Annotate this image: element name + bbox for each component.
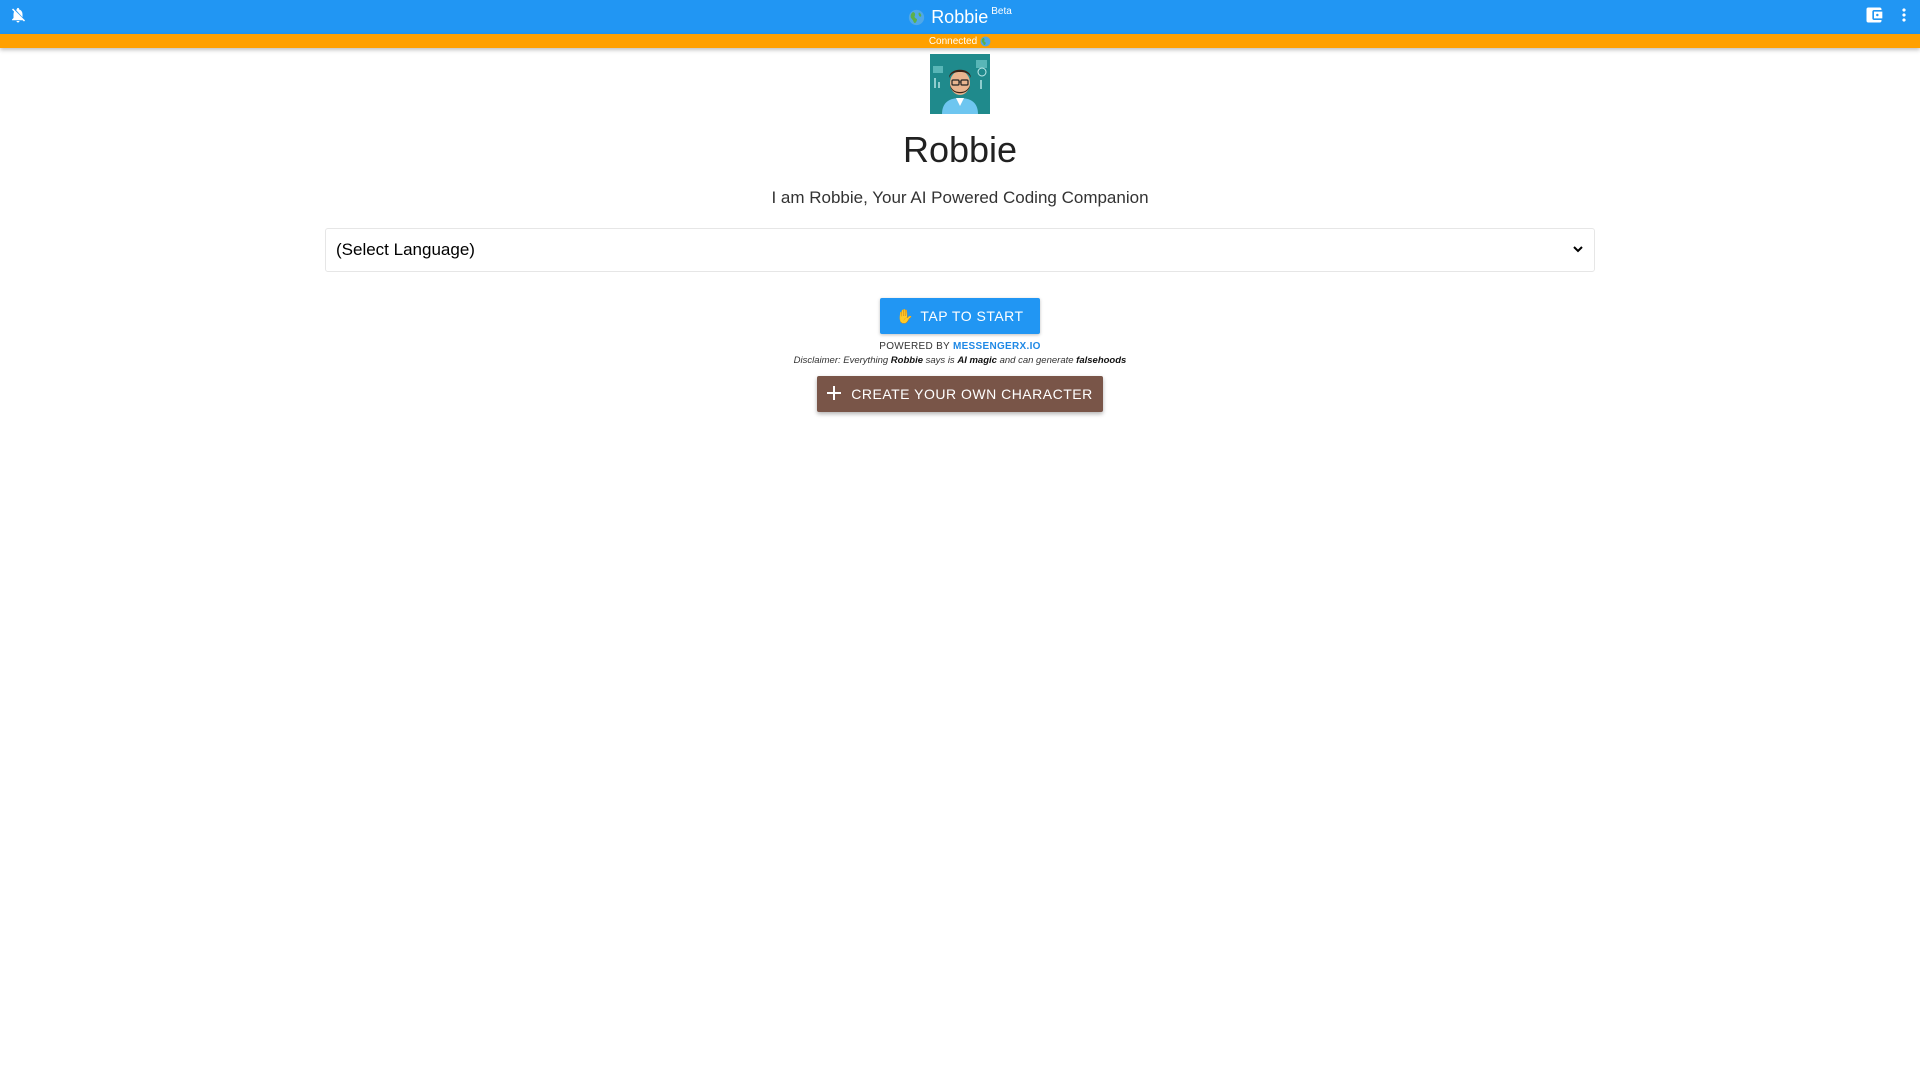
create-character-button[interactable]: CREATE YOUR OWN CHARACTER [817,376,1103,412]
character-avatar [930,54,990,114]
messengerx-link[interactable]: MESSENGERX.IO [953,341,1041,352]
disclaimer-ai-magic: AI magic [957,355,997,366]
character-name: Robbie [902,129,1018,170]
connection-status-bar: Connected [0,34,1920,48]
disclaimer-text: and can generate [999,355,1074,366]
tap-to-start-label: TAP TO START [920,308,1024,324]
connection-status-text: Connected [928,35,978,47]
disclaimer-text: Disclaimer: Everything [793,355,889,366]
disclaimer-falsehoods: falsehoods [1076,355,1127,366]
character-tagline: I am Robbie, Your AI Powered Coding Comp… [771,188,1149,207]
beta-badge: Beta [991,5,1012,17]
notifications-off-icon [9,6,27,29]
globe-icon [908,9,925,26]
app-bar: Robbie Beta [0,0,1920,34]
globe-icon [980,36,991,47]
disclaimer-text: says is [925,355,955,366]
tap-to-start-button[interactable]: ✋ TAP TO START [880,298,1040,334]
language-select[interactable]: (Select Language) [325,228,1595,272]
disclaimer: Disclaimer: Everything Robbie says is AI… [794,355,1127,366]
app-title[interactable]: Robbie Beta [908,5,1012,28]
more-menu-button[interactable] [1892,5,1916,29]
language-select-value: (Select Language) [336,240,475,259]
notifications-toggle-button[interactable] [6,5,30,29]
plus-icon [827,385,842,403]
create-character-label: CREATE YOUR OWN CHARACTER [851,386,1093,402]
raised-hand-icon: ✋ [896,307,915,324]
chevron-down-icon [1572,240,1584,260]
more-vert-icon [1894,5,1914,30]
disclaimer-character-name: Robbie [890,355,923,366]
wallet-button[interactable] [1862,5,1886,29]
app-title-text: Robbie [931,6,989,27]
main-content: Robbie I am Robbie, Your AI Powered Codi… [0,48,1920,412]
powered-by: POWERED BY MESSENGERX.IO [879,341,1041,352]
wallet-icon [1864,5,1884,30]
powered-by-prefix: POWERED BY [879,341,950,352]
